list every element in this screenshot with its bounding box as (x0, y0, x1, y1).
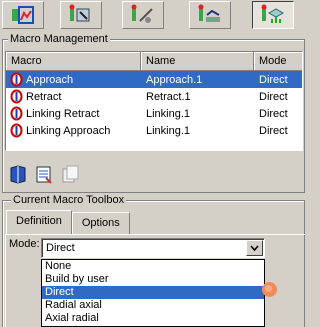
tab-definition[interactable]: Definition (6, 210, 72, 234)
mode-cell: Direct (259, 90, 288, 103)
toolbox-tabs: Definition Options (6, 210, 130, 234)
mode-cell: Direct (259, 73, 288, 86)
macro-status-icon (10, 89, 23, 104)
mode-option-build-by-user[interactable]: Build by user (42, 273, 264, 286)
column-header-name[interactable]: Name (141, 52, 254, 71)
macro-list-icon (36, 166, 52, 184)
table-row[interactable]: Approach Approach.1 Direct (6, 71, 302, 88)
edit-macro-button[interactable] (32, 162, 56, 186)
mode-option-axial-radial[interactable]: Axial radial (42, 312, 264, 325)
mode-cell: Direct (259, 107, 288, 120)
table-row[interactable]: Retract Retract.1 Direct (6, 88, 302, 105)
feeds-speeds-tab-icon (131, 4, 153, 23)
macro-status-icon (10, 72, 23, 87)
macro-copy-icon (62, 165, 79, 183)
tool-tab[interactable] (60, 1, 102, 29)
mode-combo-value: Direct (46, 242, 75, 254)
copy-macro-button[interactable] (58, 162, 82, 186)
mode-cell: Direct (259, 124, 288, 137)
macro-name-cell: Linking Approach (26, 124, 111, 137)
macro-table-header: Macro Name Mode (6, 52, 302, 71)
macro-name-cell: Retract (26, 90, 62, 103)
column-header-mode[interactable]: Mode (254, 52, 302, 71)
macro-table: Macro Name Mode Approach Approach.1 Dire… (5, 51, 303, 151)
name-cell: Approach.1 (146, 73, 203, 86)
macro-name-cell: Linking Retract (26, 107, 100, 120)
macro-name-cell: Approach (26, 73, 74, 86)
mode-option-radial-axial[interactable]: Radial axial (42, 299, 264, 312)
current-macro-toolbox-title: Current Macro Toolbox (11, 194, 127, 206)
macros-tab-icon (261, 4, 285, 23)
name-cell: Linking.1 (146, 124, 191, 137)
tool-tab-icon (69, 4, 90, 22)
top-tab-strip (0, 0, 307, 31)
activate-macro-button[interactable] (6, 162, 30, 186)
table-row[interactable]: Linking Approach Linking.1 Direct (6, 122, 302, 139)
tab-options[interactable]: Options (71, 212, 130, 234)
macros-tab[interactable] (252, 1, 294, 29)
chevron-down-icon (250, 245, 259, 251)
mode-combo[interactable]: Direct (41, 238, 265, 258)
name-cell: Linking.1 (146, 107, 191, 120)
name-cell: Retract.1 (146, 90, 191, 103)
strategy-tab-icon (198, 4, 220, 22)
macro-book-icon (10, 165, 26, 184)
geometry-tab-icon (12, 6, 34, 24)
column-header-macro[interactable]: Macro (6, 52, 141, 71)
table-row[interactable]: Linking Retract Linking.1 Direct (6, 105, 302, 122)
macro-status-icon (10, 123, 23, 138)
mode-option-none[interactable]: None (42, 260, 264, 273)
status-indicator-dot (262, 282, 277, 297)
feeds-speeds-tab[interactable] (122, 1, 164, 29)
macro-toolbar (6, 162, 82, 186)
macro-management-title: Macro Management (8, 33, 110, 45)
mode-combo-button[interactable] (246, 240, 263, 256)
mode-label: Mode: (9, 238, 40, 250)
geometry-tab[interactable] (2, 1, 44, 29)
macro-status-icon (10, 106, 23, 121)
mode-dropdown-list: None Build by user Direct Radial axial A… (41, 259, 265, 327)
mode-option-direct[interactable]: Direct (42, 286, 264, 299)
strategy-tab[interactable] (189, 1, 231, 29)
